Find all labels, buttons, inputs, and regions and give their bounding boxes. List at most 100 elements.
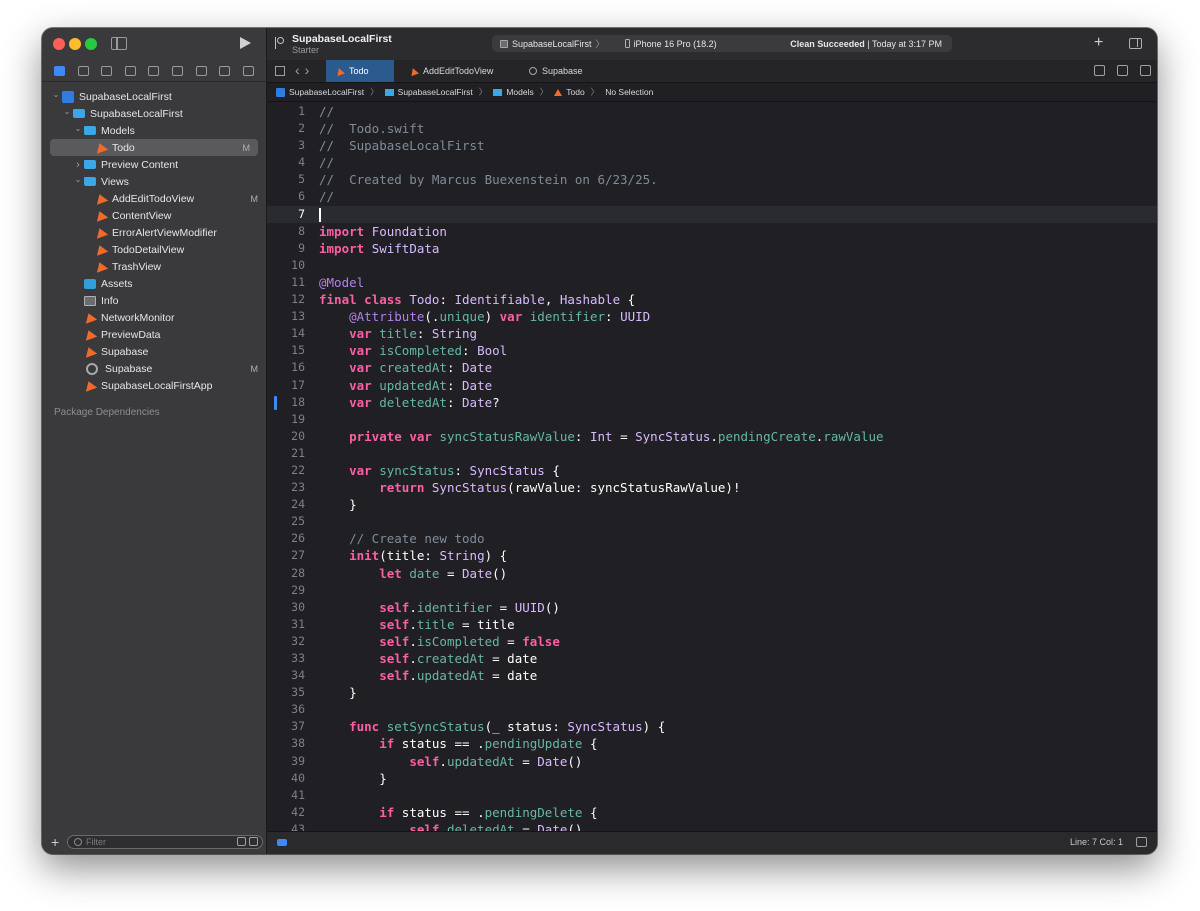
code-line[interactable]: 42 if status == .pendingDelete { (267, 804, 1157, 821)
zoom-window-button[interactable] (85, 38, 97, 50)
code-line[interactable]: 26 // Create new todo (267, 530, 1157, 547)
tree-item-supabase[interactable]: Supabase (42, 343, 266, 360)
debug-navigator-icon[interactable] (195, 65, 207, 76)
recent-files-filter-icon[interactable] (237, 837, 246, 846)
code-line[interactable]: 38 if status == .pendingUpdate { (267, 735, 1157, 752)
source-editor[interactable]: 1//2// Todo.swift 3// SupabaseLocalFirst 4… (267, 103, 1157, 832)
code-line[interactable]: 20 private var syncStatusRawValue: Int =… (267, 428, 1157, 445)
enable-code-review-icon[interactable] (1094, 65, 1105, 76)
tree-item-supabaselocalfirstapp[interactable]: SupabaseLocalFirstApp (42, 377, 266, 394)
code-line[interactable]: 31 self.title = title (267, 616, 1157, 633)
code-line[interactable]: 28 let date = Date() (267, 565, 1157, 582)
code-line[interactable]: 27 init(title: String) { (267, 547, 1157, 564)
code-line[interactable]: 39 self.updatedAt = Date() (267, 753, 1157, 770)
breakpoint-navigator-icon[interactable] (219, 65, 231, 76)
code-line[interactable]: 29 (267, 582, 1157, 599)
tree-item-preview-content[interactable]: › Preview Content (42, 156, 266, 173)
breadcrumb-item-file[interactable]: Todo (554, 87, 585, 97)
tree-item-networkmonitor[interactable]: NetworkMonitor (42, 309, 266, 326)
sidebar-toggle-icon[interactable] (111, 37, 127, 50)
filter-field[interactable]: Filter (67, 835, 263, 849)
code-line[interactable]: 21 (267, 445, 1157, 462)
modified-files-filter-icon[interactable] (249, 837, 258, 846)
code-line[interactable]: 9 import SwiftData (267, 240, 1157, 257)
code-line[interactable]: 41 (267, 787, 1157, 804)
destination-selector[interactable]: iPhone 16 Pro (18.2) (605, 39, 717, 49)
run-icon[interactable] (240, 37, 251, 49)
tree-item-erroralertviewmodifier[interactable]: ErrorAlertViewModifier (42, 224, 266, 241)
code-line[interactable]: 24 } (267, 496, 1157, 513)
tree-item-todo[interactable]: Todo M (50, 139, 258, 156)
chevron-down-icon[interactable]: ⌄ (74, 124, 82, 133)
close-window-button[interactable] (53, 38, 65, 50)
code-line[interactable]: 4 // (267, 154, 1157, 171)
code-line[interactable]: 5 // Created by Marcus Buexenstein on 6/2… (267, 171, 1157, 188)
tree-item-supabaselocalfirst[interactable]: ⌄ SupabaseLocalFirst (42, 105, 266, 122)
code-line[interactable]: 14 var title: String (267, 325, 1157, 342)
add-library-button[interactable]: + (1094, 34, 1103, 52)
branch-name[interactable]: Starter (292, 45, 319, 55)
chevron-down-icon[interactable]: ⌄ (63, 107, 71, 116)
find-navigator-icon[interactable] (124, 65, 136, 76)
code-line[interactable]: 17 var updatedAt: Date (267, 377, 1157, 394)
related-items-grid-icon[interactable] (275, 66, 285, 76)
breadcrumb-item-symbol[interactable]: No Selection (605, 87, 653, 97)
tree-item-previewdata[interactable]: PreviewData (42, 326, 266, 343)
tree-item-supabase[interactable]: Supabase M (42, 360, 266, 377)
code-line[interactable]: 33 self.createdAt = date (267, 650, 1157, 667)
tree-item-trashview[interactable]: TrashView (42, 258, 266, 275)
scheme-selector[interactable]: SupabaseLocalFirst 〉 (492, 37, 605, 50)
chevron-down-icon[interactable]: ⌄ (74, 175, 82, 184)
code-line[interactable]: 6 // (267, 188, 1157, 205)
tree-item-contentview[interactable]: ContentView (42, 207, 266, 224)
code-line[interactable]: 15 var isCompleted: Bool (267, 342, 1157, 359)
code-line[interactable]: 12 final class Todo: Identifiable, Hashab… (267, 291, 1157, 308)
code-line[interactable]: 23 return SyncStatus(rawValue: syncStatu… (267, 479, 1157, 496)
tree-item-info[interactable]: Info (42, 292, 266, 309)
code-line[interactable]: 19 (267, 411, 1157, 428)
code-line[interactable]: 40 } (267, 770, 1157, 787)
code-line[interactable]: 3 // SupabaseLocalFirst (267, 137, 1157, 154)
code-line[interactable]: 10 (267, 257, 1157, 274)
code-line[interactable]: 22 var syncStatus: SyncStatus { (267, 462, 1157, 479)
tree-item-addedittodoview[interactable]: AddEditTodoView M (42, 190, 266, 207)
chevron-down-icon[interactable]: ⌄ (52, 90, 60, 99)
package-dependencies-header[interactable]: Package Dependencies (42, 404, 266, 421)
code-line[interactable]: 35 } (267, 684, 1157, 701)
source-change-marker[interactable] (274, 395, 277, 410)
code-line[interactable]: 2 // Todo.swift (267, 120, 1157, 137)
code-line[interactable]: 34 self.updatedAt = date (267, 667, 1157, 684)
code-line[interactable]: 32 self.isCompleted = false (267, 633, 1157, 650)
code-line[interactable]: 7 (267, 205, 1157, 223)
split-editor-icon[interactable] (1140, 65, 1151, 76)
code-line[interactable]: 8 import Foundation (267, 223, 1157, 240)
add-file-button[interactable]: + (51, 834, 63, 850)
tree-item-assets[interactable]: Assets (42, 275, 266, 292)
tree-item-tododetailview[interactable]: TodoDetailView (42, 241, 266, 258)
issue-navigator-icon[interactable] (148, 65, 160, 76)
tab-addedittodoview[interactable]: AddEditTodoView (400, 60, 508, 82)
breadcrumb-item-models[interactable]: Models (493, 87, 534, 97)
tree-item-models[interactable]: ⌄ Models (42, 122, 266, 139)
code-line[interactable]: 36 (267, 701, 1157, 718)
code-line[interactable]: 11 @Model (267, 274, 1157, 291)
debug-area-toggle-icon[interactable] (1136, 837, 1147, 847)
code-line[interactable]: 16 var createdAt: Date (267, 359, 1157, 376)
code-line[interactable]: 37 func setSyncStatus(_ status: SyncStat… (267, 718, 1157, 735)
source-control-navigator-icon[interactable] (77, 65, 89, 76)
bookmark-navigator-icon[interactable] (101, 65, 113, 76)
chevron-right-icon[interactable]: › (74, 159, 82, 171)
editor-options-icon[interactable] (1117, 65, 1128, 76)
navigation-arrows[interactable]: ‹› (295, 62, 314, 78)
breadcrumb-item-group[interactable]: SupabaseLocalFirst (384, 87, 473, 97)
code-line[interactable]: 18 var deletedAt: Date? (267, 394, 1157, 411)
tab-supabase[interactable]: Supabase (519, 60, 599, 82)
project-title[interactable]: SupabaseLocalFirst (292, 33, 392, 45)
test-navigator-icon[interactable] (172, 65, 183, 76)
code-line[interactable]: 13 @Attribute(.unique) var identifier: U… (267, 308, 1157, 325)
code-line[interactable]: 30 self.identifier = UUID() (267, 599, 1157, 616)
project-navigator-icon[interactable] (54, 65, 66, 76)
report-navigator-icon[interactable] (242, 65, 254, 76)
code-line[interactable]: 1 // (267, 103, 1157, 120)
breadcrumb-item-project[interactable]: SupabaseLocalFirst (276, 87, 364, 97)
